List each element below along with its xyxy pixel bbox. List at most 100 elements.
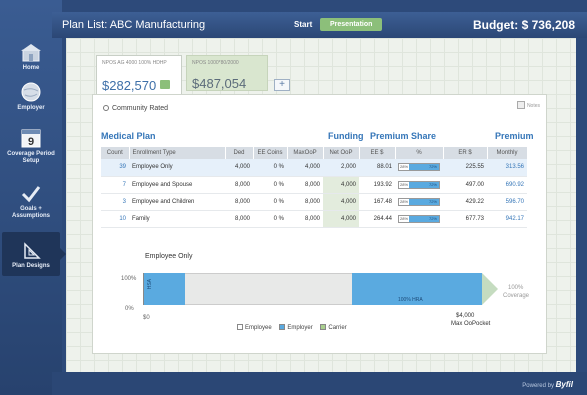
maxoop-cell[interactable]: 8,000 <box>287 193 323 211</box>
bottom-bar: Powered by Byfil <box>52 372 587 395</box>
maxoop-cell[interactable]: 8,000 <box>287 210 323 228</box>
sidebar-item-home[interactable]: Home <box>2 44 60 72</box>
column-header: EE Coins <box>253 147 288 159</box>
monthly-cell: 313.56 <box>487 159 527 177</box>
count-cell: 7 <box>101 176 129 194</box>
home-icon <box>21 44 41 62</box>
legend-item-carrier: Carrier <box>314 324 347 331</box>
column-header: EE $ <box>359 147 396 159</box>
hra-segment: 100% HRA <box>352 273 482 305</box>
share-slider[interactable]: 28% 72% <box>395 159 443 177</box>
enrollment-type-cell: Employee Only <box>129 159 225 177</box>
chart-legend: Employee Employer Carrier <box>231 324 347 331</box>
table-header-row: Count Enrollment Type Ded EE Coins MaxOo… <box>101 147 528 159</box>
share-slider[interactable]: 28% 72% <box>395 193 443 211</box>
notes-button[interactable]: Notes <box>516 101 540 109</box>
community-rated-label: Community Rated <box>112 105 169 112</box>
ded-cell[interactable]: 8,000 <box>225 210 253 228</box>
radio-icon[interactable] <box>103 105 109 111</box>
legend-label: Employee <box>245 325 272 331</box>
legend-swatch <box>320 324 327 330</box>
netoop-cell: 4,000 <box>323 210 359 228</box>
plan-tab-2[interactable]: NPOS 1000*80/2000 $487,054 <box>186 55 268 91</box>
hra-label: 100% HRA <box>398 297 423 303</box>
coins-cell[interactable]: 0 % <box>253 176 287 194</box>
sidebar-item-label: Goals + Assumptions <box>11 206 50 219</box>
er-dollar-cell: 497.00 <box>443 176 487 194</box>
plan-design-icon <box>24 242 41 259</box>
count-cell: 3 <box>101 193 129 211</box>
sidebar-item-coverage-period[interactable]: 9 Coverage Period Setup <box>2 128 60 165</box>
plan-panel: Community Rated Notes Medical Plan Fundi… <box>92 94 547 354</box>
share-slider[interactable]: 28% 72% <box>395 176 443 194</box>
plan-tab-amount: $487,054 <box>192 76 247 91</box>
top-bar: Plan List: ABC Manufacturing Start Prese… <box>52 12 587 38</box>
max-oop-amount: $4,000 <box>456 313 475 319</box>
plan-tab-amount: $282,570 <box>102 78 157 93</box>
plan-tab-caption: NPOS AG 4000 100% HDHP <box>102 60 167 66</box>
monthly-cell: 690.92 <box>487 176 527 194</box>
count-cell: 39 <box>101 159 129 177</box>
plan-tab-caption: NPOS 1000*80/2000 <box>192 60 239 66</box>
employee-segment <box>185 273 352 305</box>
budget-display: Budget: $ 736,208 <box>472 18 575 32</box>
er-dollar-cell: 677.73 <box>443 210 487 228</box>
presentation-button[interactable]: Presentation <box>320 18 383 31</box>
er-pct: 72% <box>409 181 439 188</box>
coins-cell[interactable]: 0 % <box>253 193 287 211</box>
ded-cell[interactable]: 8,000 <box>225 176 253 194</box>
sidebar-item-label: Plan Designs <box>12 263 50 269</box>
coverage-label: Coverage <box>503 293 530 299</box>
column-header: Ded <box>225 147 254 159</box>
checkmark-icon <box>21 186 41 203</box>
er-pct: 72% <box>409 198 439 205</box>
column-header: MaxOoP <box>287 147 324 159</box>
coins-cell[interactable]: 0 % <box>253 159 287 177</box>
notes-icon <box>516 101 525 109</box>
ded-cell[interactable]: 4,000 <box>225 159 253 177</box>
column-header: Enrollment Type <box>129 147 226 159</box>
coverage-percent-label: 100% <box>508 285 524 291</box>
enrollment-type-cell: Employee and Spouse <box>129 176 225 194</box>
table-row[interactable]: 7 Employee and Spouse 8,000 0 % 8,000 4,… <box>101 176 527 194</box>
legend-item-employee: Employee <box>231 324 272 331</box>
monthly-cell: 942.17 <box>487 210 527 228</box>
enrollment-type-cell: Employee and Children <box>129 193 225 211</box>
maxoop-cell[interactable]: 4,000 <box>287 159 323 177</box>
sidebar-item-employer[interactable]: Employer <box>2 82 60 112</box>
sidebar-item-goals[interactable]: Goals + Assumptions <box>2 185 60 220</box>
column-header: % <box>395 147 444 159</box>
start-link[interactable]: Start <box>294 20 312 29</box>
hsa-label: HSA <box>147 279 153 290</box>
ee-dollar-cell: 193.92 <box>359 176 395 194</box>
legend-label: Carrier <box>328 325 347 331</box>
sidebar-item-label: Home <box>22 65 40 71</box>
hsa-segment: HSA <box>143 273 185 305</box>
plan-tab-status-icon[interactable] <box>160 80 170 89</box>
netoop-cell: 4,000 <box>323 176 359 194</box>
add-plan-button[interactable]: + <box>274 79 290 91</box>
maxoop-cell[interactable]: 8,000 <box>287 176 323 194</box>
ded-cell[interactable]: 8,000 <box>225 193 253 211</box>
x-axis-start-label: $0 <box>143 315 150 321</box>
premium-share-heading: Premium Share <box>370 131 437 141</box>
table-row[interactable]: 39 Employee Only 4,000 0 % 4,000 2,000 8… <box>101 159 527 177</box>
ee-dollar-cell: 264.44 <box>359 210 395 228</box>
sidebar: Home Employer 9 Coverage Period Setup Go… <box>0 0 62 395</box>
table-row[interactable]: 10 Family 8,000 0 % 8,000 4,000 264.44 2… <box>101 210 527 228</box>
legend-swatch <box>237 324 243 330</box>
plan-tab-1[interactable]: NPOS AG 4000 100% HDHP $282,570 <box>96 55 182 95</box>
netoop-cell: 4,000 <box>323 193 359 211</box>
employer-globe-icon <box>21 82 41 102</box>
premium-heading: Premium <box>495 131 534 141</box>
community-rated-option[interactable]: Community Rated <box>103 105 168 112</box>
coins-cell[interactable]: 0 % <box>253 210 287 228</box>
medical-plan-heading: Medical Plan <box>101 131 156 141</box>
funding-heading: Funding <box>328 131 364 141</box>
share-slider[interactable]: 28% 72% <box>395 210 443 228</box>
column-header: Count <box>101 147 130 159</box>
column-header: ER $ <box>443 147 488 159</box>
table-row[interactable]: 3 Employee and Children 8,000 0 % 8,000 … <box>101 193 527 211</box>
coverage-arrow <box>482 273 498 305</box>
sidebar-item-plan-designs[interactable]: Plan Designs <box>2 232 60 276</box>
